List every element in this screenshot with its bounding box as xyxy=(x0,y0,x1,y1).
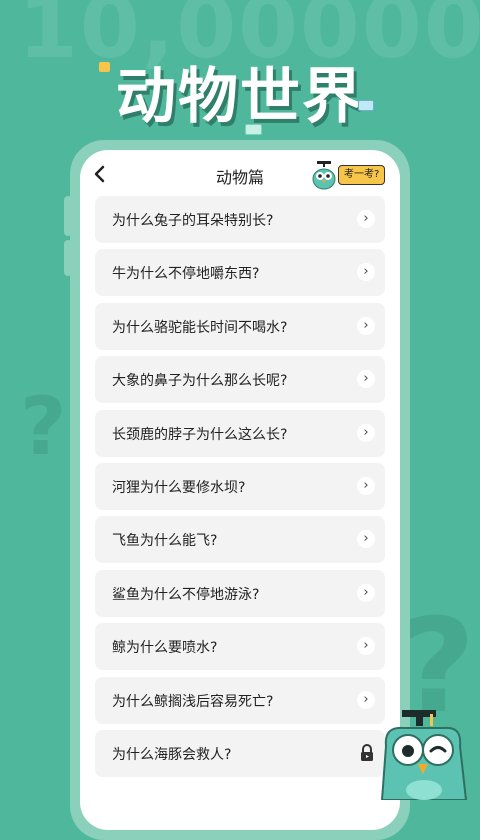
question-label: 牛为什么不停地嚼东西? xyxy=(112,266,260,283)
question-item[interactable]: 飞鱼为什么能飞? › xyxy=(95,516,385,564)
chevron-right-icon: › xyxy=(357,583,375,602)
question-label: 为什么鲸搁浅后容易死亡? xyxy=(112,693,274,710)
question-item[interactable]: 牛为什么不停地嚼东西? › xyxy=(95,249,385,297)
chevron-right-icon: › xyxy=(357,263,375,282)
question-label: 河狸为什么要修水坝? xyxy=(112,479,246,496)
question-item[interactable]: 河狸为什么要修水坝? › xyxy=(95,462,385,510)
chevron-right-icon: › xyxy=(357,476,375,495)
page-title: 动物世界 xyxy=(116,62,364,132)
decorative-square-yellow xyxy=(99,62,110,72)
question-label: 鲸为什么要喷水? xyxy=(112,640,218,657)
question-label: 飞鱼为什么能飞? xyxy=(112,533,218,550)
question-label: 鲨鱼为什么不停地游泳? xyxy=(112,586,260,603)
chevron-right-icon: › xyxy=(357,316,375,335)
question-label: 长颈鹿的脖子为什么这么长? xyxy=(112,426,288,443)
question-item[interactable]: 为什么骆驼能长时间不喝水? › xyxy=(95,302,385,350)
question-item[interactable]: 鲨鱼为什么不停地游泳? › xyxy=(95,569,385,617)
question-item[interactable]: 为什么海豚会救人? xyxy=(95,729,385,777)
question-label: 为什么骆驼能长时间不喝水? xyxy=(112,319,288,336)
decorative-square-mint xyxy=(245,124,262,135)
question-item[interactable]: 长颈鹿的脖子为什么这么长? › xyxy=(95,409,385,457)
chevron-right-icon: › xyxy=(357,637,375,656)
question-item[interactable]: 为什么兔子的耳朵特别长? › xyxy=(95,196,385,243)
quiz-button[interactable]: 考一考? xyxy=(338,165,386,185)
chevron-right-icon: › xyxy=(357,370,375,389)
phone-screen: 动物篇 考一考? 为什么兔子的耳朵特别长? › 牛为什么不停地嚼东西? › 为什… xyxy=(80,150,400,830)
question-label: 为什么海豚会救人? xyxy=(112,746,232,763)
background-question-mark: ? xyxy=(20,380,67,473)
question-list: 为什么兔子的耳朵特别长? › 牛为什么不停地嚼东西? › 为什么骆驼能长时间不喝… xyxy=(95,196,385,783)
question-label: 大象的鼻子为什么那么长呢? xyxy=(112,373,288,390)
owl-mascot-icon xyxy=(312,161,336,190)
phone-side-button xyxy=(64,240,72,276)
question-item[interactable]: 鲸为什么要喷水? › xyxy=(95,623,385,671)
lock-icon xyxy=(361,743,373,761)
question-label: 为什么兔子的耳朵特别长? xyxy=(112,213,274,229)
question-item[interactable]: 大象的鼻子为什么那么长呢? › xyxy=(95,356,385,404)
decorative-square-blue xyxy=(358,100,374,111)
chevron-right-icon: › xyxy=(357,530,375,549)
question-item[interactable]: 为什么鲸搁浅后容易死亡? › xyxy=(95,676,385,724)
phone-side-button xyxy=(64,196,72,236)
chevron-right-icon: › xyxy=(357,210,375,228)
chevron-right-icon: › xyxy=(357,690,375,709)
screen-header: 动物篇 考一考? xyxy=(80,150,400,196)
chevron-right-icon: › xyxy=(357,423,375,442)
owl-mascot-icon xyxy=(380,710,468,800)
